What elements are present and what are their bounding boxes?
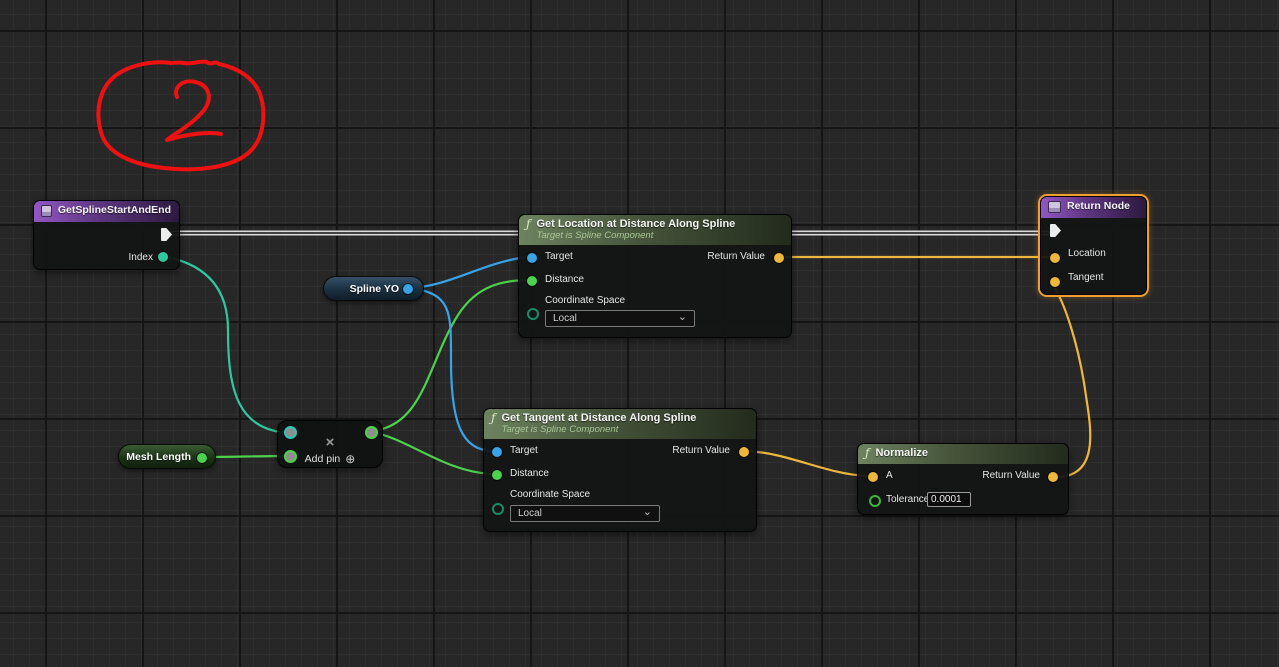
node-subtitle: Target is Spline Component (536, 229, 654, 241)
add-pin-button[interactable]: Add pin ⊕ (278, 453, 382, 465)
pin-label-tangent: Tangent (1068, 272, 1104, 283)
pin-label-coordinate-space: Coordinate Space (545, 295, 626, 306)
node-title: Return Node (1067, 200, 1130, 212)
distance-input-pin[interactable] (492, 470, 502, 480)
pin-label-location: Location (1068, 248, 1106, 259)
pin-label-coordinate-space: Coordinate Space (510, 489, 591, 500)
multiply-operator: × (325, 434, 335, 451)
coordinate-space-input-pin[interactable] (527, 308, 539, 320)
node-title: Get Tangent at Distance Along Spline (501, 412, 697, 424)
a-input-pin[interactable] (868, 472, 878, 482)
variable-mesh-length[interactable]: Mesh Length (118, 444, 216, 469)
node-get-location-at-distance-along-spline[interactable]: ƒ Get Location at Distance Along Spline … (518, 214, 792, 338)
add-pin-icon: ⊕ (345, 452, 356, 466)
index-output-pin[interactable] (158, 252, 168, 262)
function-entry-icon (41, 205, 52, 217)
return-value-output-pin[interactable] (774, 253, 784, 263)
pin-label-index: Index (128, 252, 153, 263)
node-get-tangent-at-distance-along-spline[interactable]: ƒ Get Tangent at Distance Along Spline T… (483, 408, 757, 532)
exec-output-pin[interactable] (161, 228, 172, 241)
variable-spline-yo[interactable]: Spline YO (323, 276, 424, 301)
node-header[interactable]: ƒ Get Location at Distance Along Spline … (519, 215, 791, 245)
wire-index-to-multiply (165, 255, 289, 435)
node-getsplinestartandend[interactable]: GetSplineStartAndEnd Index (33, 200, 180, 270)
coordinate-space-dropdown[interactable]: Local ⌄ (545, 310, 695, 327)
distance-input-pin[interactable] (527, 276, 537, 286)
pin-label-return-value: Return Value (672, 445, 730, 456)
node-title: Get Location at Distance Along Spline (536, 218, 736, 230)
node-header[interactable]: Return Node (1041, 197, 1146, 218)
pin-label-target: Target (545, 251, 573, 262)
node-subtitle: Target is Spline Component (501, 423, 619, 435)
mesh-length-output-pin[interactable] (197, 453, 207, 463)
function-result-icon (1048, 201, 1061, 213)
chevron-down-icon: ⌄ (677, 310, 687, 323)
spline-yo-output-pin[interactable] (403, 284, 413, 294)
node-normalize[interactable]: ƒ Normalize A Return Value Tolerance (857, 443, 1069, 515)
pin-label-tolerance: Tolerance (886, 494, 930, 505)
wire-splineyo-to-tangent-target (407, 286, 493, 453)
node-title: GetSplineStartAndEnd (57, 204, 171, 216)
return-value-output-pin[interactable] (739, 447, 749, 457)
node-return[interactable]: Return Node Location Tangent (1040, 196, 1147, 295)
pin-label-distance: Distance (510, 468, 549, 479)
function-icon: ƒ (526, 217, 531, 231)
pin-label-target: Target (510, 445, 538, 456)
node-title: Normalize (875, 447, 929, 459)
return-value-output-pin[interactable] (1048, 472, 1058, 482)
node-header[interactable]: ƒ Normalize (858, 444, 1068, 464)
blueprint-graph-canvas[interactable]: GetSplineStartAndEnd Index Spline YO Mes… (0, 0, 1279, 667)
wire-splineyo-to-location-target (407, 255, 528, 290)
wire-multiply-to-tangent-distance (369, 430, 493, 476)
target-input-pin[interactable] (527, 253, 537, 263)
dropdown-value: Local (553, 313, 577, 324)
node-header[interactable]: GetSplineStartAndEnd (34, 201, 179, 222)
tangent-input-pin[interactable] (1050, 277, 1060, 287)
pin-label-return-value: Return Value (707, 251, 765, 262)
function-icon: ƒ (491, 411, 496, 425)
pin-label-a: A (886, 470, 893, 481)
exec-input-pin[interactable] (1050, 224, 1061, 237)
dropdown-value: Local (518, 508, 542, 519)
coordinate-space-dropdown[interactable]: Local ⌄ (510, 505, 660, 522)
chevron-down-icon: ⌄ (642, 505, 652, 518)
location-input-pin[interactable] (1050, 253, 1060, 263)
node-header[interactable]: ƒ Get Tangent at Distance Along Spline T… (484, 409, 756, 439)
pin-label-return-value: Return Value (982, 470, 1040, 481)
coordinate-space-input-pin[interactable] (492, 503, 504, 515)
pin-label-distance: Distance (545, 274, 584, 285)
node-multiply[interactable]: × Add pin ⊕ (277, 420, 383, 468)
wire-tangent-to-normalize-a (742, 449, 869, 478)
tolerance-input-pin[interactable] (869, 495, 881, 507)
tolerance-value-input[interactable] (927, 492, 971, 507)
function-icon: ƒ (865, 446, 870, 460)
add-pin-label: Add pin (304, 453, 341, 465)
target-input-pin[interactable] (492, 447, 502, 457)
